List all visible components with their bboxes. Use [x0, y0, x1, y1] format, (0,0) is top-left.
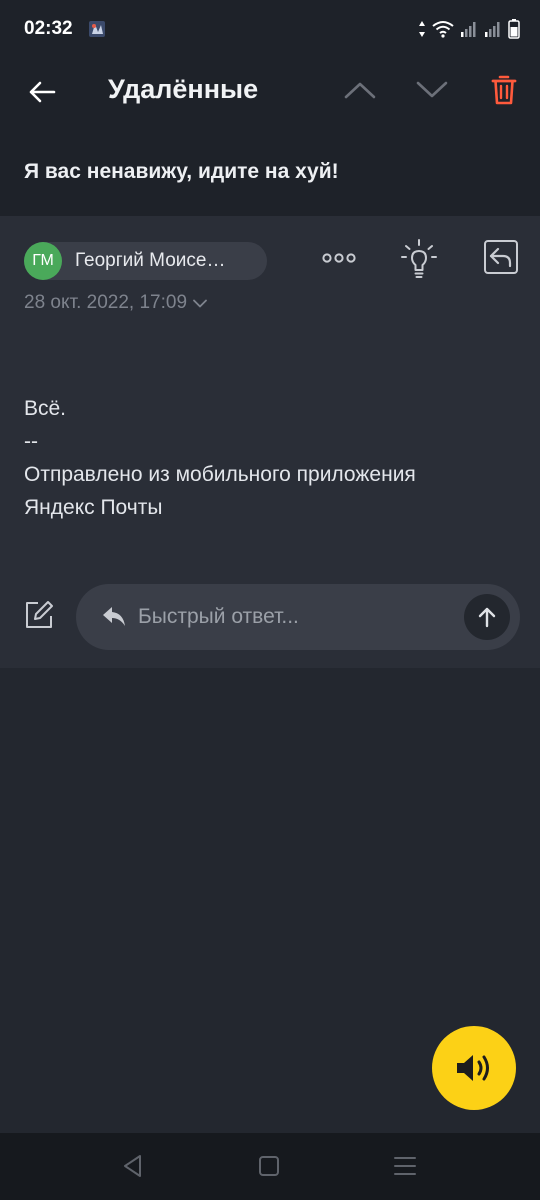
system-nav-bar	[0, 1133, 540, 1200]
compose-button[interactable]	[22, 598, 56, 632]
arrow-up-icon	[478, 607, 496, 628]
message-date: 28 окт. 2022, 17:09	[24, 292, 188, 313]
message-card: ГМ Георгий Моисе… 28 окт. 2022, 17:09 Вс…	[0, 216, 540, 668]
body-line: Отправлено из мобильного приложения	[24, 463, 416, 486]
subject-bar: Я вас ненавижу, идите на хуй!	[0, 132, 540, 216]
quick-reply-bar[interactable]	[76, 584, 520, 650]
chevron-up-icon	[344, 82, 376, 99]
back-button[interactable]	[22, 72, 62, 112]
reply-all-icon	[484, 240, 518, 274]
menu-lines-icon[interactable]	[392, 1154, 418, 1178]
sender-chip[interactable]: ГМ Георгий Моисе…	[24, 242, 267, 280]
status-bar: 02:32	[0, 0, 540, 56]
reply-arrow-icon	[103, 607, 125, 626]
more-button[interactable]	[318, 240, 360, 276]
more-dots-icon	[322, 253, 356, 263]
status-icons	[418, 18, 520, 40]
lightbulb-icon	[401, 239, 437, 278]
chevron-down-icon	[193, 299, 207, 307]
status-time: 02:32	[24, 18, 73, 39]
game-app-icon	[89, 21, 105, 37]
toolbar: Удалённые	[0, 56, 540, 132]
battery-icon	[508, 19, 520, 39]
lightbulb-button[interactable]	[398, 236, 440, 282]
speak-button[interactable]	[432, 1026, 516, 1110]
date-toggle[interactable]: 28 окт. 2022, 17:09	[24, 292, 207, 314]
square-home-icon[interactable]	[257, 1154, 281, 1178]
compose-icon	[26, 601, 53, 628]
reply-all-button[interactable]	[480, 236, 522, 278]
send-button[interactable]	[464, 594, 510, 640]
chevron-down-icon	[416, 81, 448, 98]
data-arrows-icon	[419, 21, 425, 37]
folder-title: Удалённые	[108, 74, 259, 104]
mail-app: 02:32 Удалённые Я вас ненавижу, идите на…	[0, 0, 540, 1200]
speaker-icon	[457, 1055, 489, 1081]
quick-reply-input[interactable]	[138, 601, 448, 633]
sender-name: Георгий Моисе…	[75, 250, 226, 271]
wifi-icon	[432, 21, 454, 38]
signal-icon	[461, 22, 476, 37]
body-line: Яндекс Почты	[24, 496, 163, 519]
triangle-back-icon[interactable]	[120, 1153, 146, 1179]
trash-icon	[491, 75, 517, 105]
previous-message-button[interactable]	[340, 70, 380, 110]
avatar: ГМ	[24, 242, 62, 280]
next-message-button[interactable]	[412, 70, 452, 110]
body-line: --	[24, 430, 38, 453]
message-body: Всё. -- Отправлено из мобильного приложе…	[24, 392, 524, 524]
message-subject: Я вас ненавижу, идите на хуй!	[24, 160, 339, 183]
body-line: Всё.	[24, 397, 67, 420]
arrow-left-icon	[29, 81, 56, 103]
delete-button[interactable]	[484, 70, 524, 110]
signal-icon	[485, 22, 500, 37]
